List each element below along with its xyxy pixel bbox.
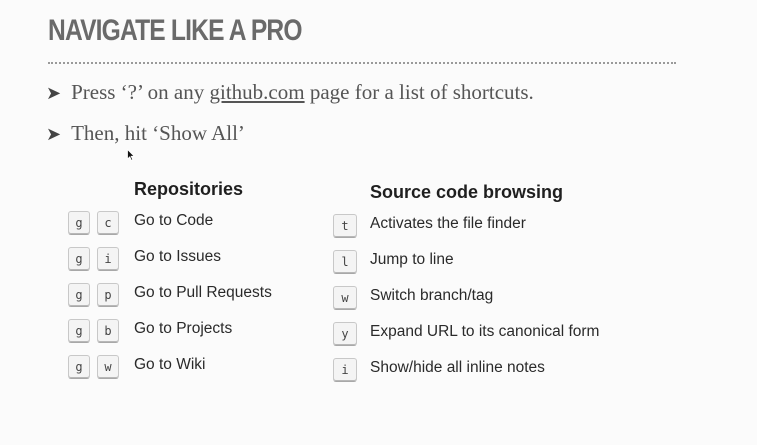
- shortcut-row-go-to-issues: g i Go to Issues: [68, 247, 308, 273]
- key-cap: b: [97, 319, 119, 343]
- bullet-show-all: ➤ Then, hit ‘Show All’: [46, 121, 245, 146]
- bullet-text: Then, hit ‘Show All’: [71, 121, 245, 145]
- shortcut-label: Go to Issues: [134, 248, 222, 265]
- key-cap: t: [333, 214, 357, 238]
- key-cap: g: [68, 211, 90, 235]
- key-cap: p: [97, 283, 119, 307]
- shortcut-row-go-to-projects: g b Go to Projects: [68, 319, 308, 345]
- key-cap: g: [68, 319, 90, 343]
- title-divider: [48, 62, 676, 64]
- shortcut-row-expand-url: y Expand URL to its canonical form: [333, 322, 633, 348]
- shortcut-label: Go to Projects: [134, 320, 233, 337]
- shortcut-label: Switch branch/tag: [370, 287, 494, 304]
- key-cap: g: [68, 355, 90, 379]
- arrow-bullet-icon: ➤: [46, 83, 62, 103]
- shortcut-row-switch-branch: w Switch branch/tag: [333, 286, 633, 312]
- key-cap: w: [97, 355, 119, 379]
- shortcut-row-inline-notes: i Show/hide all inline notes: [333, 358, 633, 384]
- shortcut-row-go-to-pull-requests: g p Go to Pull Requests: [68, 283, 308, 309]
- shortcut-label: Go to Code: [134, 212, 214, 229]
- shortcut-row-go-to-code: g c Go to Code: [68, 211, 308, 237]
- key-cap: g: [68, 283, 90, 307]
- source-code-heading: Source code browsing: [370, 182, 564, 202]
- key-cap: y: [333, 322, 357, 346]
- shortcut-row-file-finder: t Activates the file finder: [333, 214, 633, 240]
- bullet-text-after: page for a list of shortcuts.: [304, 80, 534, 104]
- shortcut-label: Go to Pull Requests: [134, 284, 272, 301]
- arrow-bullet-icon: ➤: [46, 124, 62, 144]
- key-cap: i: [97, 247, 119, 271]
- slide-title: NAVIGATE LIKE A PRO: [48, 14, 302, 47]
- key-cap: g: [68, 247, 90, 271]
- key-cap: w: [333, 286, 357, 310]
- github-link[interactable]: github.com: [210, 80, 305, 104]
- bullet-press-shortcut: ➤ Press ‘?’ on any github.com page for a …: [46, 80, 534, 105]
- shortcut-label: Jump to line: [370, 251, 454, 268]
- shortcut-label: Show/hide all inline notes: [370, 359, 545, 376]
- shortcut-label: Activates the file finder: [370, 215, 526, 232]
- shortcut-label: Go to Wiki: [134, 356, 206, 373]
- key-cap: c: [97, 211, 119, 235]
- bullet-text-before: Press ‘?’ on any: [71, 80, 210, 104]
- shortcut-row-jump-to-line: l Jump to line: [333, 250, 633, 276]
- shortcut-label: Expand URL to its canonical form: [370, 323, 600, 340]
- shortcut-row-go-to-wiki: g w Go to Wiki: [68, 355, 308, 381]
- key-cap: i: [333, 358, 357, 382]
- key-cap: l: [333, 250, 357, 274]
- repositories-heading: Repositories: [134, 179, 244, 199]
- mouse-pointer-icon: [127, 149, 135, 161]
